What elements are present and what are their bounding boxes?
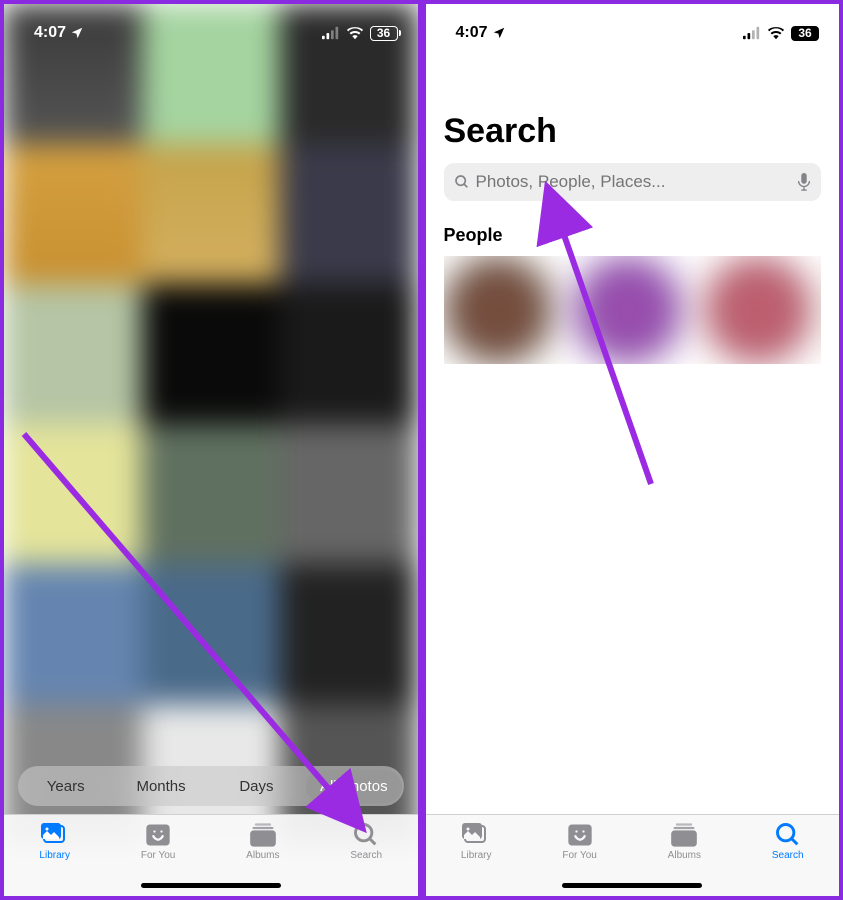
segment-days[interactable]: Days <box>209 770 304 803</box>
battery-icon: 36 <box>791 26 819 41</box>
search-input[interactable] <box>476 172 792 192</box>
page-title: Search <box>444 112 822 151</box>
microphone-icon[interactable] <box>797 173 811 191</box>
wifi-icon <box>346 26 364 40</box>
people-row <box>444 256 822 364</box>
phone-left: 4:07 36 Years Months Days All Photos Lib… <box>0 0 422 900</box>
battery-icon: 36 <box>370 26 398 41</box>
tab-library-label: Library <box>461 850 492 861</box>
library-icon <box>462 823 490 847</box>
segment-control[interactable]: Years Months Days All Photos <box>18 766 404 806</box>
tab-library[interactable]: Library <box>39 823 70 896</box>
tab-library[interactable]: Library <box>461 823 492 896</box>
person-avatar[interactable] <box>574 256 682 364</box>
search-field[interactable] <box>444 163 822 201</box>
photo-grid <box>4 4 418 896</box>
library-icon <box>41 823 69 847</box>
phone-right: 4:07 36 Search People <box>422 0 843 900</box>
tab-library-label: Library <box>39 850 70 861</box>
segment-months[interactable]: Months <box>113 770 208 803</box>
tab-foryou-label: For You <box>562 850 596 861</box>
signal-icon <box>743 26 761 40</box>
tab-albums-label: Albums <box>668 850 701 861</box>
tab-search-label: Search <box>350 850 382 861</box>
location-icon <box>70 26 84 40</box>
foryou-icon <box>566 823 594 847</box>
person-avatar[interactable] <box>444 256 552 364</box>
wifi-icon <box>767 26 785 40</box>
search-icon <box>454 174 470 190</box>
time-label: 4:07 <box>34 24 66 42</box>
albums-icon <box>249 823 277 847</box>
people-heading: People <box>444 225 822 246</box>
segment-years[interactable]: Years <box>18 770 113 803</box>
people-section: People <box>444 225 822 364</box>
albums-icon <box>670 823 698 847</box>
tab-search[interactable]: Search <box>350 823 382 896</box>
status-bar: 4:07 36 <box>4 4 418 52</box>
home-indicator[interactable] <box>141 883 281 888</box>
signal-icon <box>322 26 340 40</box>
location-icon <box>492 26 506 40</box>
foryou-icon <box>144 823 172 847</box>
home-indicator[interactable] <box>562 883 702 888</box>
tab-albums-label: Albums <box>246 850 279 861</box>
search-icon <box>352 823 380 847</box>
tab-search[interactable]: Search <box>772 823 804 896</box>
tab-search-label: Search <box>772 850 804 861</box>
search-icon <box>774 823 802 847</box>
time-label: 4:07 <box>456 24 488 42</box>
segment-allphotos[interactable]: All Photos <box>306 770 401 803</box>
person-avatar[interactable] <box>704 256 812 364</box>
tab-foryou-label: For You <box>141 850 175 861</box>
status-bar: 4:07 36 <box>426 4 840 52</box>
